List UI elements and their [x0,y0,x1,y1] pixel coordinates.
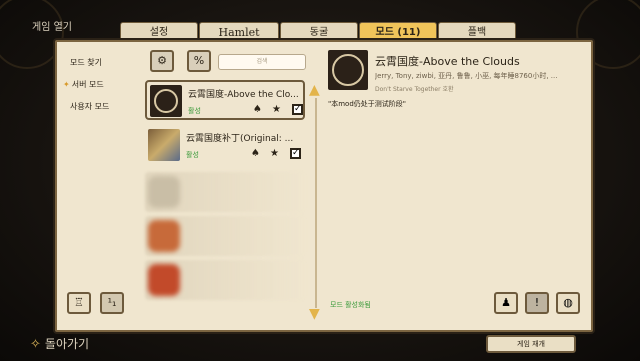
back-label: 돌아가기 [44,337,90,351]
mod-authors: Jerry, Tony, ziwbi, 亚丹, 鲁鲁, 小巫, 每年睡8760小… [375,72,558,80]
mod-nav: 모드 찾기 ✦ 서버 모드 사용자 모드 [63,57,109,123]
list-item-faded [145,260,305,300]
status-text: 모드 활성화됨 [330,301,371,309]
mod-detail-title: 云霄国度-Above the Clouds [375,55,520,68]
mod-compat-tag: Don't Starve Together 호환 [375,86,454,93]
mod-status: 활성 [186,151,199,159]
mod-config-icon: ♟ [501,296,511,309]
list-item-faded [145,172,305,212]
list-item-faded [145,216,305,256]
back-button[interactable]: ✧ 돌아가기 [30,335,89,352]
compass-icon: ✧ [30,337,41,352]
scroll-down-icon[interactable]: ▼ [309,306,320,322]
resume-game-button[interactable]: 게임 재개 [486,335,576,353]
tab-mods[interactable]: 모드 (11) [359,22,437,42]
tab-bar: 설정 Hamlet 동굴 모드 (11) 플백 [120,22,520,42]
nav-server-mods[interactable]: ✦ 서버 모드 [63,79,109,90]
mod-name: 云霄国度-Above the Clo... [188,90,299,100]
update-all-button[interactable]: ¹₁ [100,292,124,314]
clean-button[interactable]: ♖ [67,292,91,314]
broom-icon: ♖ [74,296,84,309]
tab-snapshot[interactable]: 플백 [438,22,516,42]
exclamation-icon: ! [534,296,540,309]
enable-checkbox[interactable]: ✓ [290,148,301,159]
window-title: 게임 열기 [32,22,72,33]
mod-preview-image [328,50,368,90]
configure-icon[interactable]: ♠ [253,104,262,115]
scrollbar-track[interactable] [315,98,317,308]
main-panel [55,40,593,332]
scroll-up-icon[interactable]: ▲ [309,82,320,98]
configure-mod-button[interactable]: ♟ [494,292,518,314]
tab-hamlet[interactable]: Hamlet [199,22,279,42]
enable-checkbox[interactable]: ✓ [292,104,303,115]
settings-gear-button[interactable]: ⚙ [150,50,174,72]
mod-thumbnail [148,129,180,161]
tab-caves[interactable]: 동굴 [280,22,358,42]
favorite-star-icon[interactable]: ★ [272,104,281,115]
configure-icon[interactable]: ♠ [251,148,260,159]
mod-name: 云霄国度补丁(Original: ... [186,134,294,144]
mod-list-item[interactable]: 云霄国度-Above the Clo... 활성 ♠ ★ ✓ [145,80,305,120]
selected-dot-icon: ✦ [63,80,70,89]
report-button[interactable]: ! [525,292,549,314]
tab-settings[interactable]: 설정 [120,22,198,42]
numbers-icon: ¹₁ [107,296,117,309]
mod-description: "本mod仍处于测试阶段" [328,100,406,108]
nav-find-mods[interactable]: 모드 찾기 [70,57,109,68]
globe-icon: ◍ [563,296,573,309]
favorite-star-icon[interactable]: ★ [270,148,279,159]
percent-icon: % [193,54,205,67]
mod-list-item[interactable]: 云霄国度补丁(Original: ... 활성 ♠ ★ ✓ [145,126,305,166]
mod-thumbnail [150,85,182,117]
workshop-button[interactable]: ◍ [556,292,580,314]
clear-all-button[interactable]: % [187,50,211,72]
search-input[interactable]: 검색 [218,54,306,70]
nav-client-mods[interactable]: 사용자 모드 [70,101,109,112]
mod-status: 활성 [188,107,201,115]
gear-icon: ⚙ [157,54,167,67]
